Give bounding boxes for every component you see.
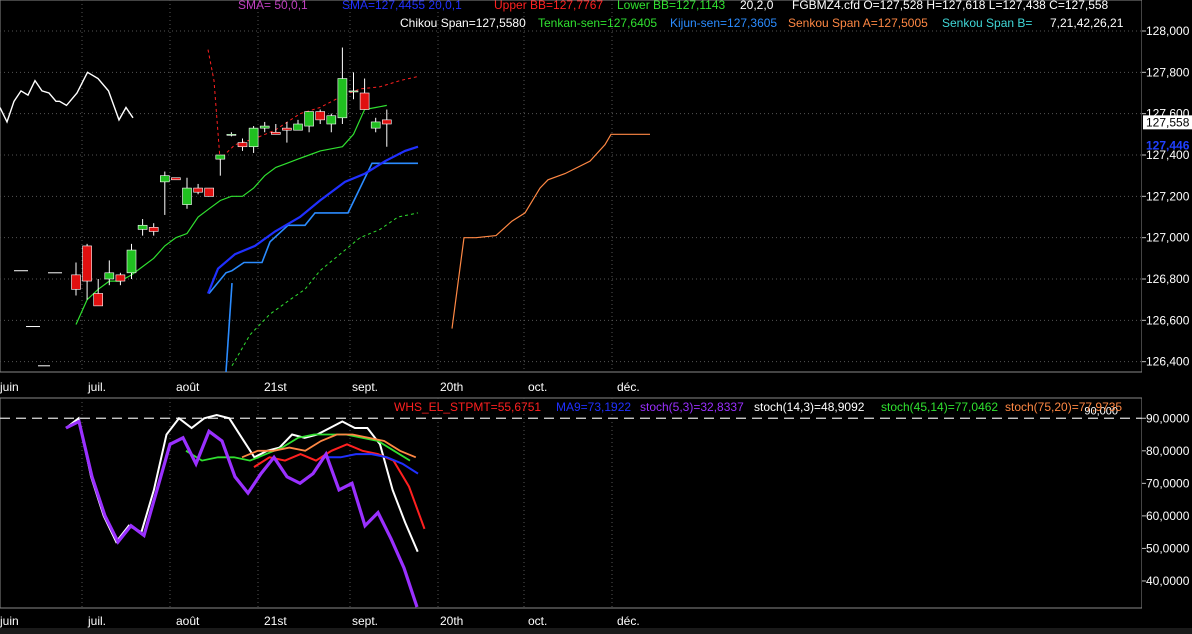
x-axis-label-top: oct. (528, 380, 547, 394)
header-row1-item: FGBMZ4.cfd O=127,528 H=127,618 L=127,438… (792, 0, 1109, 12)
x-axis-label-top: juil. (87, 380, 106, 394)
x-axis-label-bottom: sept. (352, 614, 378, 628)
header-row1-item: Upper BB=127,7767 (494, 0, 603, 12)
candle-body (359, 92, 370, 110)
header-row1-item: SMA=127,4455 20,0,1 (342, 0, 462, 12)
candle-body (126, 249, 137, 274)
candle-body (348, 90, 359, 93)
oscillator-tick-label: 80,0000 (1146, 444, 1190, 458)
header-row2-item: Kijun-sen=127,3605 (670, 16, 777, 30)
x-axis-label-top: août (176, 380, 200, 394)
x-axis-label-bottom: oct. (528, 614, 547, 628)
oscillator-header-item: stoch(45,14)=77,0462 (881, 400, 998, 414)
candle-body (259, 125, 270, 129)
candle-body (315, 111, 326, 121)
header-row1-item: SMA= 50,0,1 (238, 0, 308, 12)
oscillator-header-item: stoch(5,3)=32,8337 (640, 400, 744, 414)
oscillator-header-item: stoch(14,3)=48,9092 (754, 400, 865, 414)
x-axis-label-top: 21st (264, 380, 287, 394)
price-tick-label: 127,800 (1146, 65, 1190, 79)
candle-body (182, 187, 192, 205)
price-tick-label: 127,000 (1146, 231, 1190, 245)
candle-body (71, 274, 81, 290)
status-strip (0, 628, 1192, 634)
header-row2-item: Tenkan-sen=127,6405 (538, 16, 657, 30)
x-axis-label-bottom: août (176, 614, 200, 628)
candle-body (381, 119, 392, 125)
oscillator-header-item: WHS_EL_STPMT=55,6751 (394, 400, 541, 414)
candle-body (248, 127, 259, 148)
header-row2-item: Senkou Span A=127,5005 (788, 16, 928, 30)
candle-body (326, 115, 337, 125)
oscillator-tick-label: 50,0000 (1146, 541, 1190, 555)
x-axis-label-bottom: 20th (440, 614, 463, 628)
x-axis-label-bottom: déc. (617, 614, 640, 628)
price-tick-label: 127,200 (1146, 189, 1190, 203)
header-row1-item: 20,2,0 (740, 0, 774, 12)
x-axis-label-top: 20th (440, 380, 463, 394)
oscillator-header-item: MA9=73,1922 (556, 400, 631, 414)
x-axis-label-bottom: 21st (264, 614, 287, 628)
chart-canvas: 128,000127,800127,600127,400127,200127,0… (0, 0, 1192, 634)
header-row1-item: Lower BB=127,1143 (617, 0, 726, 12)
price-tick-label: 128,000 (1146, 24, 1190, 38)
last-price-tag-label: 127,558 (1146, 115, 1190, 129)
candle-body (204, 187, 214, 197)
price-panel (0, 0, 1143, 373)
candle-body (82, 245, 92, 282)
candle-body (193, 187, 203, 193)
price-tick-label: 126,400 (1146, 355, 1190, 369)
oscillator-tick-label: 40,0000 (1146, 574, 1190, 588)
candle-body (93, 293, 103, 307)
sma20-tag-label: 127,446 (1146, 138, 1190, 152)
price-tick-label: 126,600 (1146, 313, 1190, 327)
x-axis-label-bottom: juin (0, 614, 19, 628)
x-axis-label-bottom: juil. (87, 614, 106, 628)
candle-body (148, 227, 159, 232)
candle-body (237, 142, 248, 148)
oscillator-header-item: stoch(75,20)=77,9735 (1005, 400, 1122, 414)
oscillator-tick-label: 90,0000 (1146, 411, 1190, 425)
candle-body (337, 78, 348, 119)
header-row2-item: Chikou Span=127,5580 (400, 16, 526, 30)
candle-body (115, 274, 126, 282)
header-row2-item: 7,21,42,26,21 (1050, 16, 1124, 30)
candle-body (370, 121, 381, 129)
candle-body (137, 224, 148, 230)
x-axis-label-top: sept. (352, 380, 378, 394)
x-axis-label-top: déc. (617, 380, 640, 394)
oscillator-tick-label: 70,0000 (1146, 476, 1190, 490)
candle-body (304, 111, 314, 127)
oscillator-tick-label: 60,0000 (1146, 509, 1190, 523)
x-axis-label-top: juin (0, 380, 19, 394)
candle-body (282, 127, 292, 131)
price-tick-label: 126,800 (1146, 272, 1190, 286)
candle-body (226, 134, 237, 136)
candle-body (270, 131, 281, 135)
candle-body (160, 175, 170, 183)
candle-body (104, 272, 115, 280)
candle-body (171, 177, 181, 181)
candle-body (215, 154, 226, 160)
header-row2-item: Senkou Span B= (942, 16, 1032, 30)
candle-body (293, 123, 303, 131)
